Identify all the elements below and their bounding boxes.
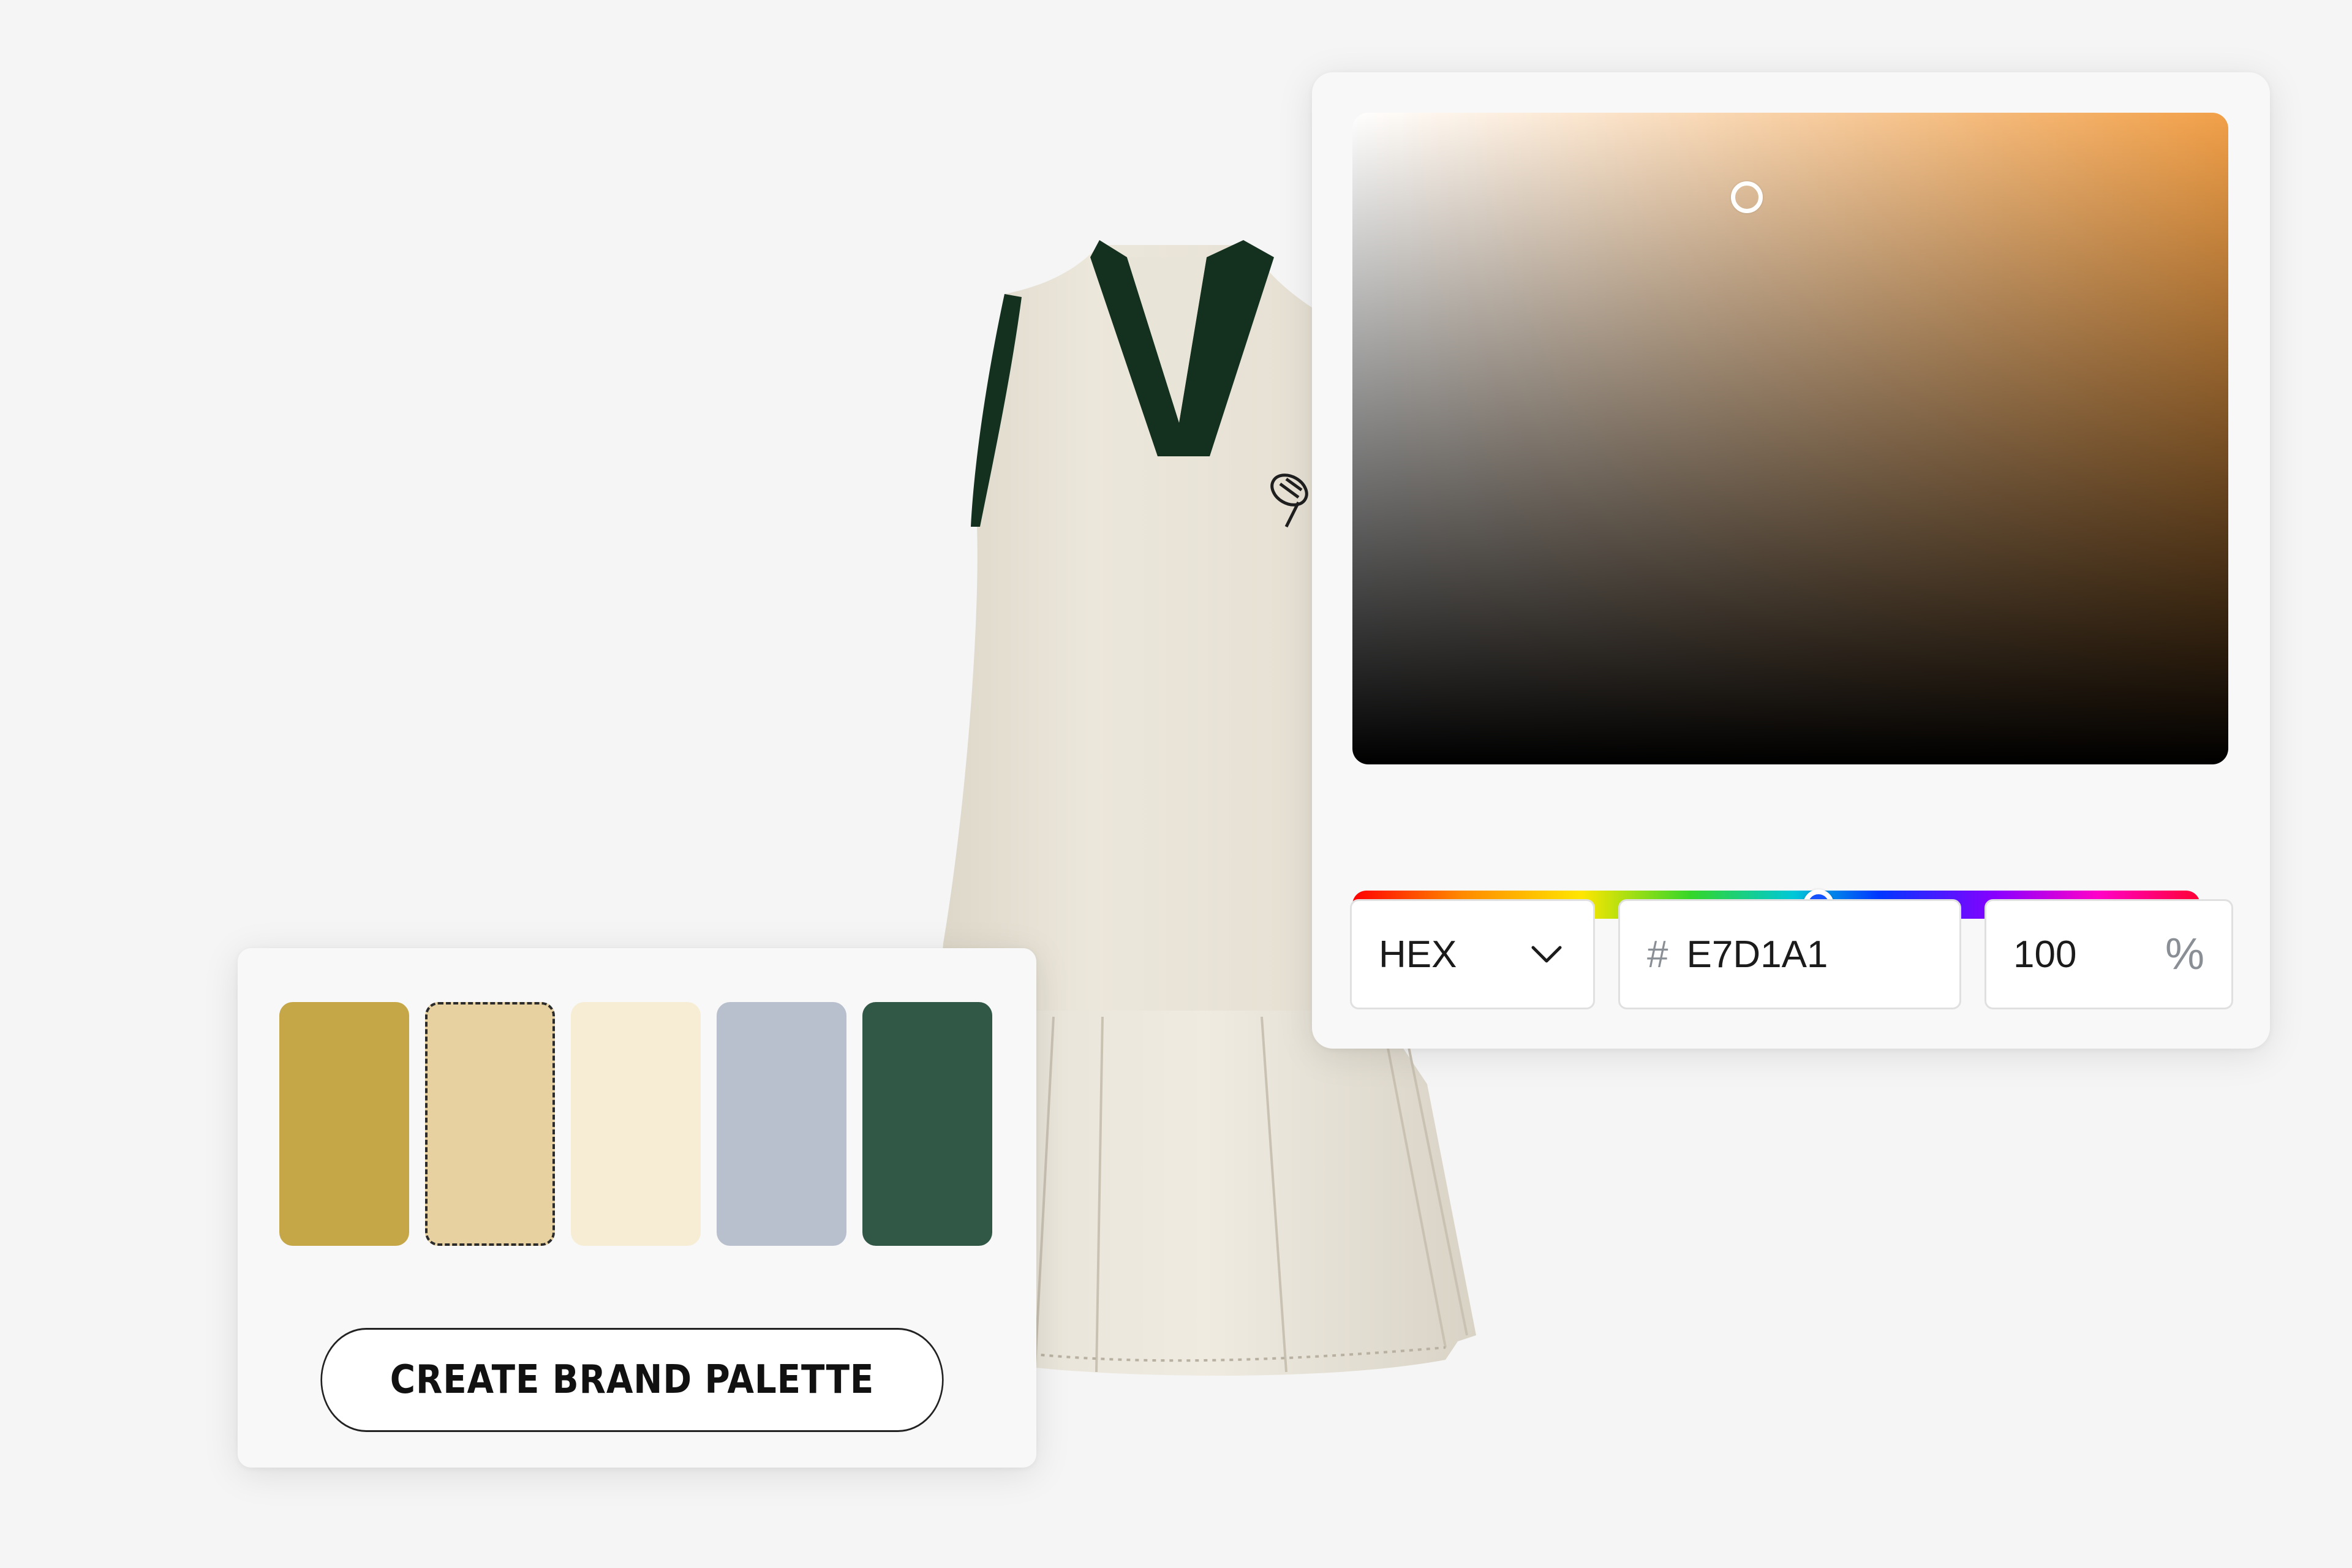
hex-input[interactable]: # E7D1A1 <box>1618 899 1961 1009</box>
create-brand-palette-button[interactable]: CREATE BRAND PALETTE <box>320 1328 944 1432</box>
palette-swatch[interactable] <box>717 1002 846 1246</box>
brand-palette-card: CREATE BRAND PALETTE <box>238 948 1036 1468</box>
palette-swatch[interactable] <box>425 1002 555 1246</box>
hex-value: E7D1A1 <box>1686 933 1828 976</box>
color-mode-select[interactable]: HEX <box>1350 899 1595 1009</box>
hash-symbol: # <box>1647 933 1668 976</box>
opacity-value: 100 <box>2013 933 2077 976</box>
palette-swatch[interactable] <box>862 1002 992 1246</box>
chevron-down-icon <box>1531 945 1562 963</box>
saturation-brightness-area[interactable] <box>1352 113 2228 764</box>
palette-swatch[interactable] <box>279 1002 409 1246</box>
color-picker-panel: HEX # E7D1A1 100 % <box>1312 72 2270 1049</box>
percent-unit: % <box>2165 930 2204 979</box>
palette-swatch[interactable] <box>571 1002 701 1246</box>
opacity-input[interactable]: 100 % <box>1985 899 2233 1009</box>
color-mode-label: HEX <box>1379 933 1457 976</box>
color-selector-handle[interactable] <box>1730 181 1763 214</box>
